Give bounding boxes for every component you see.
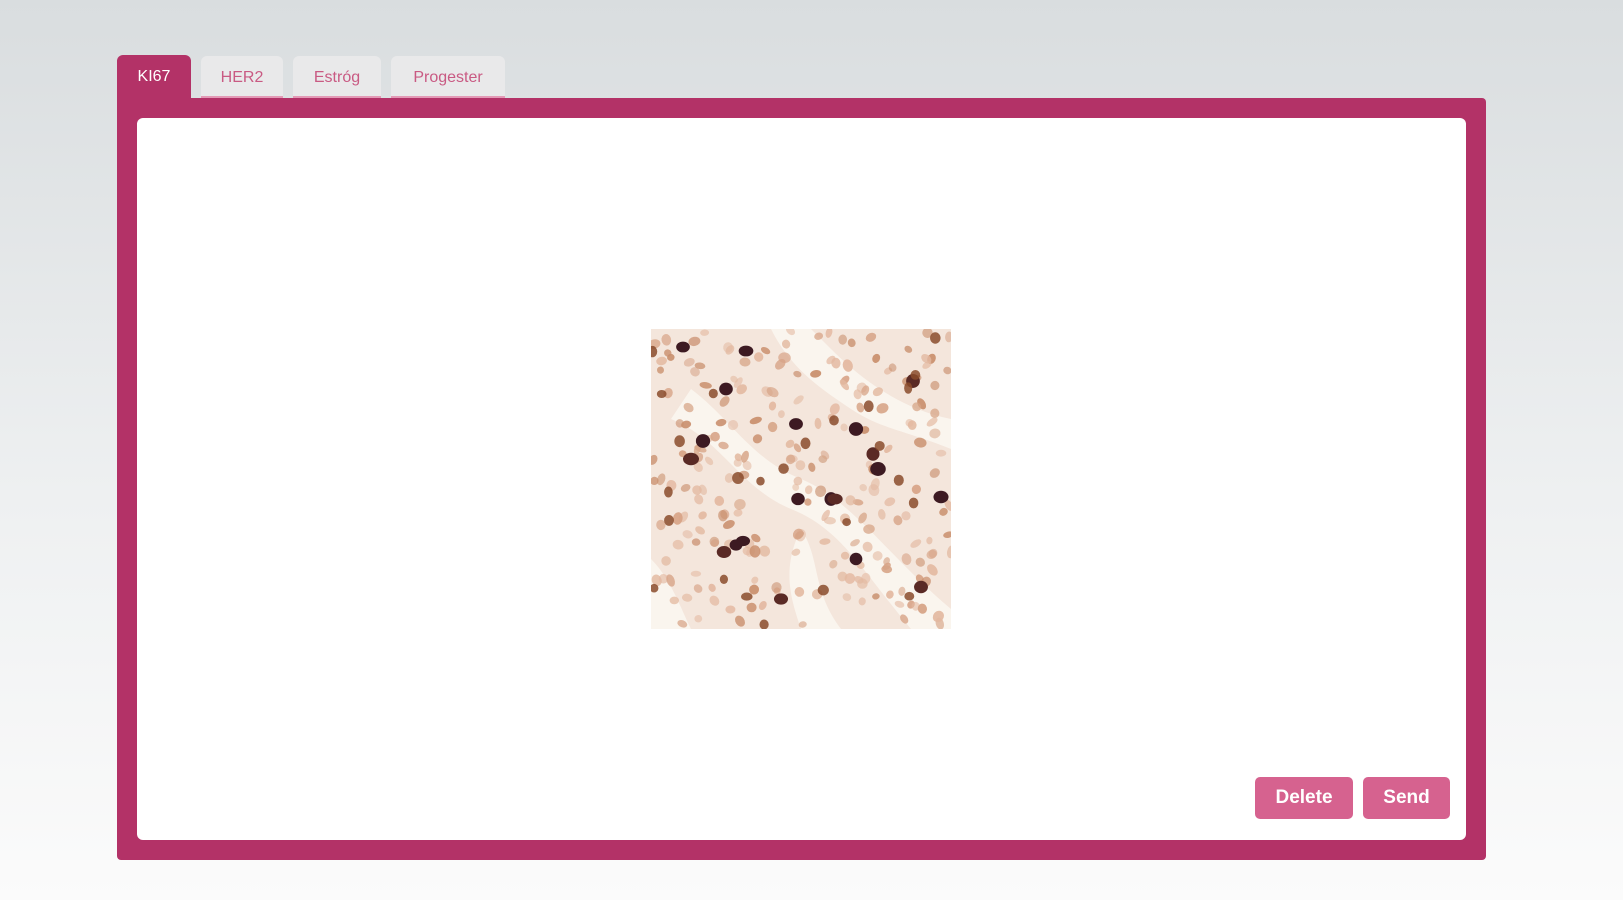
tissue-sample-image <box>651 329 951 629</box>
send-button[interactable]: Send <box>1363 777 1450 819</box>
tab-her2[interactable]: HER2 <box>201 56 283 99</box>
delete-button[interactable]: Delete <box>1255 777 1353 819</box>
tab-label: Progester <box>413 68 483 86</box>
tab-ki67[interactable]: KI67 <box>117 55 191 99</box>
content-card: Delete Send <box>137 118 1466 840</box>
tab-label: HER2 <box>220 68 264 86</box>
tab-label: Estróg <box>313 68 361 86</box>
microscopy-image <box>651 329 951 629</box>
tab-estrogen[interactable]: Estróg <box>293 56 381 99</box>
tab-label: KI67 <box>137 68 171 85</box>
tab-progesterone[interactable]: Progester <box>391 56 505 99</box>
tab-panel: Delete Send <box>117 98 1486 860</box>
tab-bar: KI67 HER2 Estróg Progester <box>117 55 515 99</box>
